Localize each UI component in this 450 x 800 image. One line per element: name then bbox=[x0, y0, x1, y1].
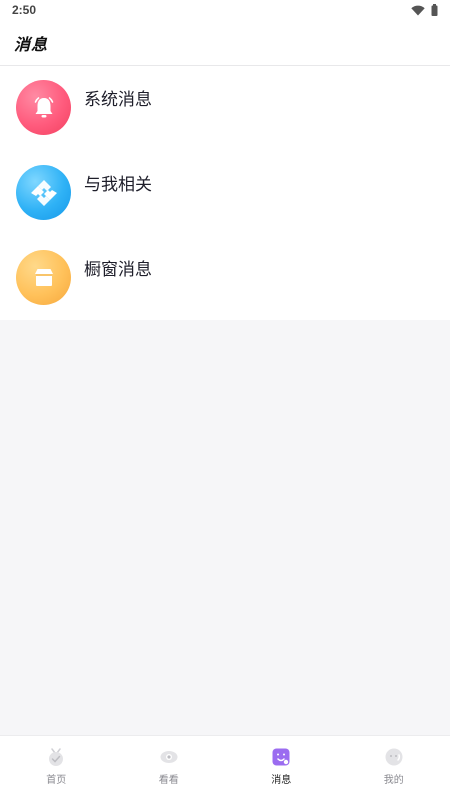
tab-label: 看看 bbox=[158, 775, 179, 786]
tab-label: 消息 bbox=[271, 775, 292, 786]
tab-label: 首页 bbox=[46, 775, 67, 786]
tab-watch[interactable]: 看看 bbox=[113, 736, 226, 800]
bell-icon bbox=[16, 80, 71, 135]
battery-icon bbox=[431, 4, 438, 16]
link-icon bbox=[16, 165, 71, 220]
message-title: 橱窗消息 bbox=[84, 260, 152, 280]
message-item-related[interactable]: 与我相关 bbox=[0, 151, 450, 236]
tab-messages[interactable]: 消息 bbox=[225, 736, 338, 800]
message-item-shop[interactable]: 橱窗消息 bbox=[0, 236, 450, 321]
message-title: 系统消息 bbox=[84, 90, 152, 110]
page-title: 消息 bbox=[14, 34, 49, 54]
tab-profile[interactable]: 我的 bbox=[338, 736, 450, 800]
status-icons bbox=[411, 4, 438, 16]
message-list: 系统消息 与我相关 橱窗消息 bbox=[0, 66, 450, 320]
message-title: 与我相关 bbox=[84, 175, 152, 195]
tab-label: 我的 bbox=[383, 775, 404, 786]
shop-icon bbox=[16, 250, 71, 305]
header: 消息 bbox=[0, 20, 450, 66]
bottom-tab-bar: 首页 看看 消息 我的 bbox=[0, 735, 450, 800]
status-time: 2:50 bbox=[12, 3, 37, 17]
wifi-icon bbox=[411, 5, 425, 15]
message-icon bbox=[271, 747, 291, 767]
message-item-system[interactable]: 系统消息 bbox=[0, 66, 450, 151]
home-icon bbox=[46, 747, 66, 767]
profile-icon bbox=[384, 747, 404, 767]
status-bar: 2:50 bbox=[0, 0, 450, 20]
tab-home[interactable]: 首页 bbox=[0, 736, 113, 800]
eye-icon bbox=[159, 747, 179, 767]
